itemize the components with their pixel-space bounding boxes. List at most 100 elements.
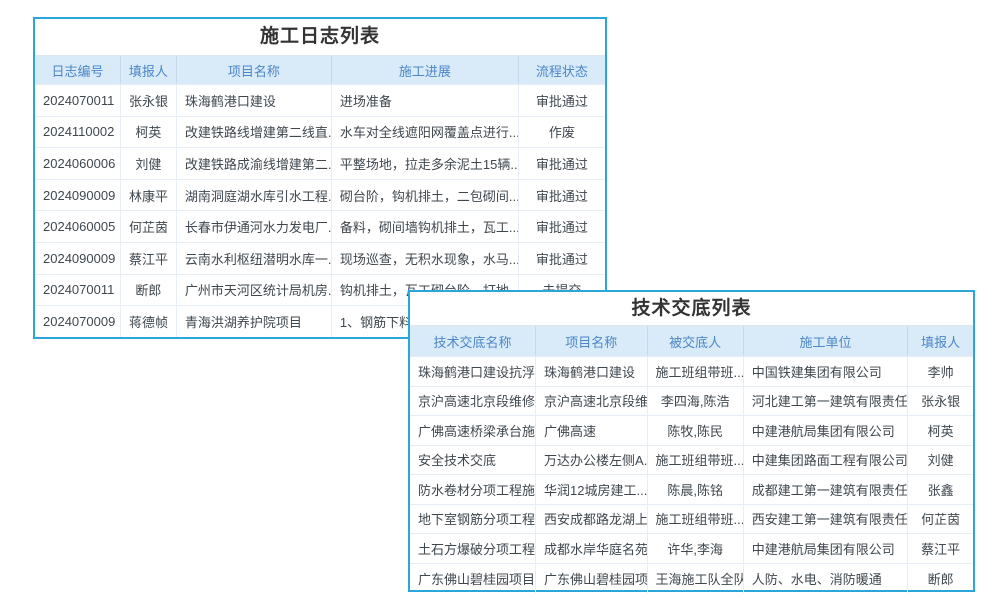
log-id-link[interactable]: 2024060006 <box>35 148 121 180</box>
project-name-link[interactable]: 广东佛山碧桂园项目 <box>536 563 647 593</box>
table-row: 土石方爆破分项工程...成都水岸华庭名苑...许华,李海中建港航局集团有限公司蔡… <box>410 534 973 564</box>
construction-log-title: 施工日志列表 <box>35 19 605 56</box>
construction-unit-text: 成都建工第一建筑有限责任公司 <box>743 475 907 505</box>
project-name-link[interactable]: 西安成都路龙湖上... <box>536 504 647 534</box>
project-name-link[interactable]: 云南水利枢纽潜明水库一... <box>176 242 331 274</box>
disclosure-name-link[interactable]: 地下室钢筋分项工程... <box>410 504 536 534</box>
tech-disclosure-header-row: 技术交底名称项目名称被交底人施工单位填报人 <box>410 326 973 357</box>
reporter-link[interactable]: 蔡江平 <box>121 242 177 274</box>
construction-unit-text: 人防、水电、消防暖通 <box>743 563 907 593</box>
disclosure-name-link[interactable]: 防水卷材分项工程施... <box>410 475 536 505</box>
table-row: 2024090009蔡江平云南水利枢纽潜明水库一...现场巡查，无积水现象，水马… <box>35 242 605 274</box>
log-id-link[interactable]: 2024110002 <box>35 116 121 148</box>
progress-text: 进场准备 <box>331 85 518 117</box>
project-name-link[interactable]: 长春市伊通河水力发电厂... <box>176 211 331 243</box>
table-row: 2024090009林康平湖南洞庭湖水库引水工程...砌台阶，钩机排土，二包砌间… <box>35 179 605 211</box>
status-badge: 作废 <box>518 116 605 148</box>
project-name-link[interactable]: 珠海鹤港口建设 <box>176 85 331 117</box>
construction-unit-text: 中建港航局集团有限公司 <box>743 416 907 446</box>
reporter-link[interactable]: 张鑫 <box>908 475 973 505</box>
log-id-link[interactable]: 2024060005 <box>35 211 121 243</box>
reporter-link[interactable]: 林康平 <box>121 179 177 211</box>
project-name-link[interactable]: 成都水岸华庭名苑... <box>536 534 647 564</box>
construction-unit-text: 中建港航局集团有限公司 <box>743 534 907 564</box>
reporter-link[interactable]: 何芷茵 <box>908 504 973 534</box>
table-row: 2024060006刘健改建铁路成渝线增建第二...平整场地，拉走多余泥土15辆… <box>35 148 605 180</box>
log-column-header: 施工进展 <box>331 56 518 85</box>
construction-unit-text: 中国铁建集团有限公司 <box>743 357 907 387</box>
log-id-link[interactable]: 2024070009 <box>35 306 121 338</box>
table-row: 广东佛山碧桂园项目...广东佛山碧桂园项目王海施工队全队人防、水电、消防暖通断郎 <box>410 563 973 593</box>
project-name-link[interactable]: 青海洪湖养护院项目 <box>176 306 331 338</box>
disclosure-column-header: 被交底人 <box>647 326 743 357</box>
table-row: 2024060005何芷茵长春市伊通河水力发电厂...备料，砌间墙钩机排土，瓦工… <box>35 211 605 243</box>
project-name-link[interactable]: 珠海鹤港口建设 <box>536 357 647 387</box>
status-badge: 审批通过 <box>518 242 605 274</box>
reporter-link[interactable]: 李帅 <box>908 357 973 387</box>
recipient-text: 王海施工队全队 <box>647 563 743 593</box>
reporter-link[interactable]: 何芷茵 <box>121 211 177 243</box>
tech-disclosure-panel: 技术交底列表 技术交底名称项目名称被交底人施工单位填报人 珠海鹤港口建设抗浮..… <box>408 290 975 592</box>
progress-text: 平整场地，拉走多余泥土15辆... <box>331 148 518 180</box>
disclosure-column-header: 项目名称 <box>536 326 647 357</box>
log-id-link[interactable]: 2024090009 <box>35 242 121 274</box>
tech-disclosure-title: 技术交底列表 <box>410 292 973 326</box>
reporter-link[interactable]: 张永银 <box>908 386 973 416</box>
progress-text: 砌台阶，钩机排土，二包砌间... <box>331 179 518 211</box>
recipient-text: 李四海,陈浩 <box>647 386 743 416</box>
disclosure-name-link[interactable]: 广佛高速桥梁承台施... <box>410 416 536 446</box>
disclosure-name-link[interactable]: 京沪高速北京段维修... <box>410 386 536 416</box>
project-name-link[interactable]: 湖南洞庭湖水库引水工程... <box>176 179 331 211</box>
log-id-link[interactable]: 2024070011 <box>35 274 121 306</box>
log-column-header: 项目名称 <box>176 56 331 85</box>
table-row: 2024070011张永银珠海鹤港口建设进场准备审批通过 <box>35 85 605 117</box>
reporter-link[interactable]: 张永银 <box>121 85 177 117</box>
project-name-link[interactable]: 广佛高速 <box>536 416 647 446</box>
status-badge: 审批通过 <box>518 148 605 180</box>
log-column-header: 流程状态 <box>518 56 605 85</box>
reporter-link[interactable]: 刘健 <box>121 148 177 180</box>
table-row: 2024110002柯英改建铁路线增建第二线直...水车对全线遮阳网覆盖点进行.… <box>35 116 605 148</box>
recipient-text: 施工班组带班... <box>647 445 743 475</box>
construction-unit-text: 河北建工第一建筑有限责任公司 <box>743 386 907 416</box>
recipient-text: 施工班组带班... <box>647 504 743 534</box>
disclosure-name-link[interactable]: 广东佛山碧桂园项目... <box>410 563 536 593</box>
log-id-link[interactable]: 2024070011 <box>35 85 121 117</box>
reporter-link[interactable]: 柯英 <box>908 416 973 446</box>
tech-disclosure-table: 技术交底名称项目名称被交底人施工单位填报人 珠海鹤港口建设抗浮...珠海鹤港口建… <box>410 326 973 593</box>
project-name-link[interactable]: 广州市天河区统计局机房... <box>176 274 331 306</box>
disclosure-column-header: 技术交底名称 <box>410 326 536 357</box>
disclosure-name-link[interactable]: 安全技术交底 <box>410 445 536 475</box>
progress-text: 备料，砌间墙钩机排土，瓦工... <box>331 211 518 243</box>
project-name-link[interactable]: 京沪高速北京段维修 <box>536 386 647 416</box>
reporter-link[interactable]: 刘健 <box>908 445 973 475</box>
log-id-link[interactable]: 2024090009 <box>35 179 121 211</box>
status-badge: 审批通过 <box>518 211 605 243</box>
recipient-text: 许华,李海 <box>647 534 743 564</box>
recipient-text: 陈牧,陈民 <box>647 416 743 446</box>
disclosure-column-header: 填报人 <box>908 326 973 357</box>
progress-text: 水车对全线遮阳网覆盖点进行... <box>331 116 518 148</box>
disclosure-name-link[interactable]: 土石方爆破分项工程... <box>410 534 536 564</box>
disclosure-name-link[interactable]: 珠海鹤港口建设抗浮... <box>410 357 536 387</box>
reporter-link[interactable]: 蒋德帧 <box>121 306 177 338</box>
recipient-text: 施工班组带班... <box>647 357 743 387</box>
status-badge: 审批通过 <box>518 179 605 211</box>
progress-text: 现场巡查，无积水现象，水马... <box>331 242 518 274</box>
recipient-text: 陈晨,陈铭 <box>647 475 743 505</box>
project-name-link[interactable]: 改建铁路线增建第二线直... <box>176 116 331 148</box>
project-name-link[interactable]: 万达办公楼左侧A... <box>536 445 647 475</box>
log-column-header: 填报人 <box>121 56 177 85</box>
table-row: 京沪高速北京段维修...京沪高速北京段维修李四海,陈浩河北建工第一建筑有限责任公… <box>410 386 973 416</box>
construction-log-header-row: 日志编号填报人项目名称施工进展流程状态 <box>35 56 605 85</box>
reporter-link[interactable]: 蔡江平 <box>908 534 973 564</box>
project-name-link[interactable]: 改建铁路成渝线增建第二... <box>176 148 331 180</box>
reporter-link[interactable]: 断郎 <box>908 563 973 593</box>
log-column-header: 日志编号 <box>35 56 121 85</box>
status-badge: 审批通过 <box>518 85 605 117</box>
reporter-link[interactable]: 断郎 <box>121 274 177 306</box>
project-name-link[interactable]: 华润12城房建工... <box>536 475 647 505</box>
reporter-link[interactable]: 柯英 <box>121 116 177 148</box>
table-row: 防水卷材分项工程施...华润12城房建工...陈晨,陈铭成都建工第一建筑有限责任… <box>410 475 973 505</box>
table-row: 广佛高速桥梁承台施...广佛高速陈牧,陈民中建港航局集团有限公司柯英 <box>410 416 973 446</box>
